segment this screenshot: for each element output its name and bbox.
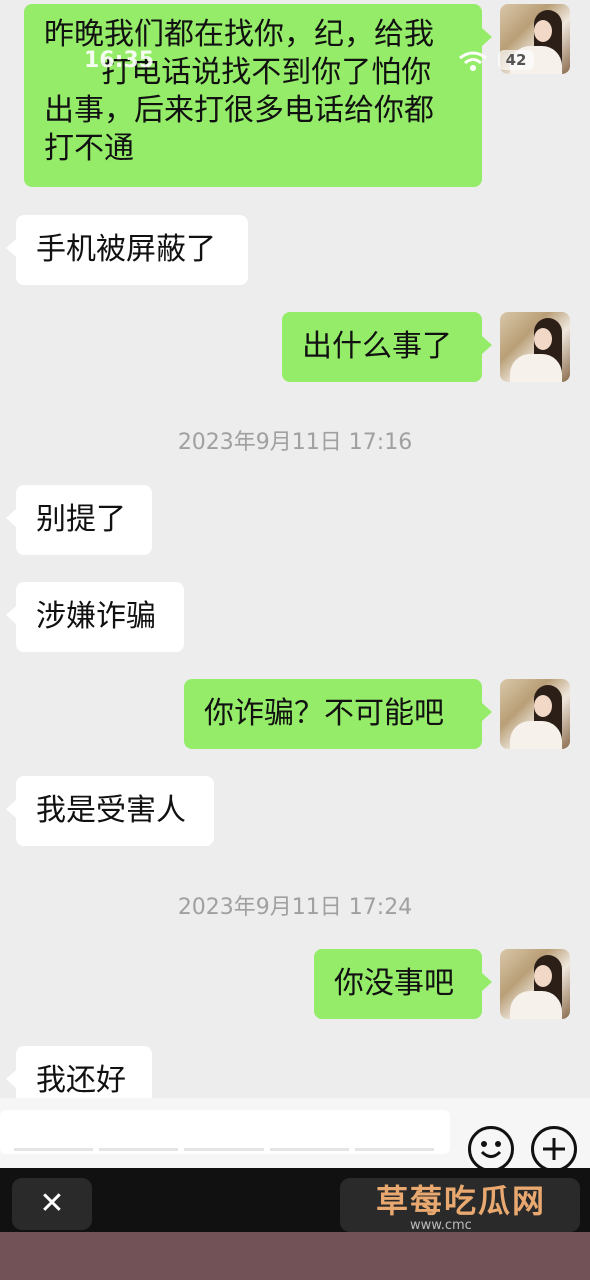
message-bubble[interactable]: 手机被屏蔽了 xyxy=(6,215,248,285)
battery-icon: 42 xyxy=(498,50,534,70)
timestamp: 2023年9月11日 17:24 xyxy=(177,895,413,920)
timestamp: 2023年9月11日 17:16 xyxy=(177,430,413,455)
message-bubble[interactable]: 涉嫌诈骗 xyxy=(6,582,184,652)
emoji-icon[interactable] xyxy=(468,1126,514,1172)
input-underline xyxy=(14,1148,435,1152)
avatar[interactable] xyxy=(500,949,570,1019)
chat-area[interactable]: 昨晚我们都在找你，纪，给我 打电话说找不到你了怕你 出事，后来打很多电话给你都 … xyxy=(0,0,590,1098)
message-bubble[interactable]: 昨晚我们都在找你，纪，给我 打电话说找不到你了怕你 出事，后来打很多电话给你都 … xyxy=(24,4,492,187)
brand-url: www.cmc xyxy=(410,1218,472,1233)
message-bubble[interactable]: 我是受害人 xyxy=(6,776,214,846)
status-clock: 16:35 xyxy=(84,48,155,73)
avatar[interactable] xyxy=(500,312,570,382)
wifi-icon xyxy=(459,51,487,71)
message-bubble[interactable]: 我还好 xyxy=(6,1046,152,1098)
plus-icon[interactable] xyxy=(531,1126,577,1172)
avatar[interactable] xyxy=(500,679,570,749)
message-bubble[interactable]: 出什么事了 xyxy=(282,312,492,382)
message-bubble[interactable]: 你没事吧 xyxy=(314,949,492,1019)
bottom-band xyxy=(0,1232,590,1280)
close-button[interactable]: ✕ xyxy=(12,1178,92,1230)
brand-watermark: 草莓吃瓜网 xyxy=(376,1182,547,1220)
message-bubble[interactable]: 你诈骗？不可能吧 xyxy=(184,679,492,749)
message-bubble[interactable]: 别提了 xyxy=(6,485,152,555)
